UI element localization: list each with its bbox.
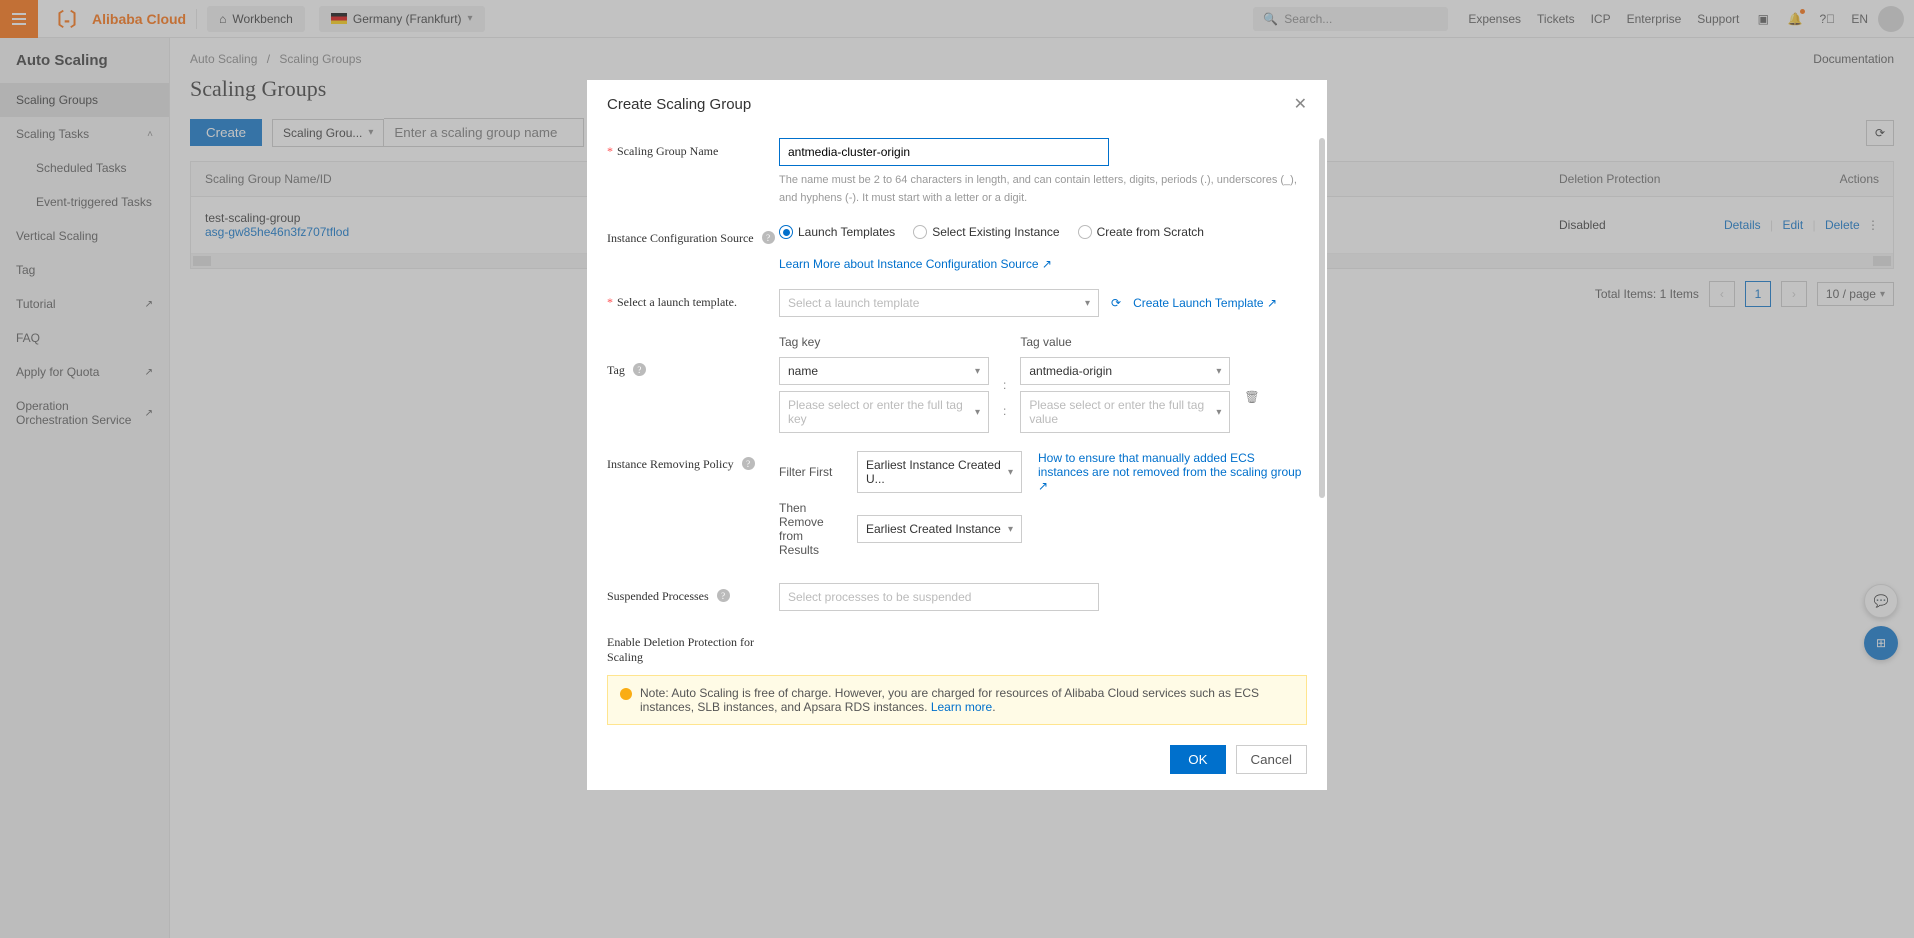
note-banner: Note: Auto Scaling is free of charge. Ho… <box>607 675 1307 725</box>
radio-label: Create from Scratch <box>1097 225 1204 239</box>
help-icon[interactable]: ? <box>633 363 646 376</box>
select-placeholder: Select processes to be suspended <box>788 590 971 604</box>
chevron-down-icon: ▾ <box>1008 524 1013 535</box>
link-label: Create Launch Template <box>1133 296 1264 310</box>
ok-button[interactable]: OK <box>1170 745 1225 774</box>
help-icon[interactable]: ? <box>762 231 775 244</box>
chevron-down-icon: ▾ <box>1216 407 1221 418</box>
then-remove-label: Then Remove from Results <box>779 501 845 557</box>
external-link-icon: ↗ <box>1038 479 1048 493</box>
radio-launch-templates[interactable]: Launch Templates <box>779 225 895 239</box>
external-link-icon: ↗ <box>1042 257 1052 271</box>
select-placeholder: Please select or enter the full tag valu… <box>1029 398 1216 426</box>
tag-value-input-2[interactable]: Please select or enter the full tag valu… <box>1020 391 1230 433</box>
modal-title: Create Scaling Group <box>607 96 751 113</box>
select-value: Earliest Created Instance <box>866 522 1001 536</box>
close-icon[interactable]: ✕ <box>1294 94 1307 114</box>
help-icon[interactable]: ? <box>717 589 730 602</box>
launch-template-select[interactable]: Select a launch template ▾ <box>779 289 1099 317</box>
radio-label: Launch Templates <box>798 225 895 239</box>
select-value: Earliest Instance Created U... <box>866 458 1008 486</box>
warning-icon <box>620 688 632 700</box>
create-launch-template-link[interactable]: Create Launch Template ↗ <box>1133 296 1277 310</box>
launch-template-label: Select a launch template. <box>617 295 737 317</box>
modal-scrollbar[interactable] <box>1319 138 1325 498</box>
suspended-processes-select[interactable]: Select processes to be suspended <box>779 583 1099 611</box>
chevron-down-icon: ▾ <box>1008 467 1013 478</box>
name-label: Scaling Group Name <box>617 144 718 207</box>
tag-key-input-2[interactable]: Please select or enter the full tag key▾ <box>779 391 989 433</box>
external-link-icon: ↗ <box>1267 296 1277 310</box>
chevron-down-icon: ▾ <box>1085 298 1090 309</box>
radio-label: Select Existing Instance <box>932 225 1059 239</box>
removing-policy-link[interactable]: How to ensure that manually added ECS in… <box>1038 451 1301 493</box>
refresh-icon[interactable]: ⟳ <box>1111 296 1121 310</box>
tag-key-header: Tag key <box>779 335 989 349</box>
tag-key-value: name <box>788 364 818 378</box>
scaling-group-name-input[interactable] <box>779 138 1109 166</box>
config-source-label: Instance Configuration Source <box>607 231 754 271</box>
suspended-label: Suspended Processes <box>607 589 709 611</box>
tag-label: Tag <box>607 363 625 433</box>
select-placeholder: Please select or enter the full tag key <box>788 398 975 426</box>
help-icon[interactable]: ? <box>742 457 755 470</box>
chevron-down-icon: ▾ <box>975 407 980 418</box>
delete-tag-icon[interactable]: 🗑 <box>1244 386 1259 404</box>
cancel-button[interactable]: Cancel <box>1236 745 1308 774</box>
link-label: Learn More about Instance Configuration … <box>779 257 1039 271</box>
filter-first-label: Filter First <box>779 465 845 479</box>
link-label: How to ensure that manually added ECS in… <box>1038 451 1301 479</box>
select-placeholder: Select a launch template <box>788 296 919 310</box>
tag-key-input[interactable]: name ▾ <box>779 357 989 385</box>
note-learn-more[interactable]: Learn more <box>931 700 992 714</box>
deletion-protection-label: Enable Deletion Protection for Scaling <box>607 635 779 665</box>
tag-value-header: Tag value <box>1020 335 1230 349</box>
removing-policy-label: Instance Removing Policy <box>607 457 734 565</box>
name-hint: The name must be 2 to 64 characters in l… <box>779 172 1307 207</box>
chevron-down-icon: ▾ <box>1216 366 1221 377</box>
tag-value-input[interactable]: antmedia-origin ▾ <box>1020 357 1230 385</box>
tag-value-value: antmedia-origin <box>1029 364 1112 378</box>
radio-existing-instance[interactable]: Select Existing Instance <box>913 225 1059 239</box>
learn-more-link[interactable]: Learn More about Instance Configuration … <box>779 257 1052 271</box>
modal-overlay: Create Scaling Group ✕ *Scaling Group Na… <box>0 0 1914 938</box>
chevron-down-icon: ▾ <box>975 366 980 377</box>
radio-from-scratch[interactable]: Create from Scratch <box>1078 225 1204 239</box>
filter-first-select[interactable]: Earliest Instance Created U...▾ <box>857 451 1022 493</box>
then-remove-select[interactable]: Earliest Created Instance ▾ <box>857 515 1022 543</box>
create-scaling-group-modal: Create Scaling Group ✕ *Scaling Group Na… <box>587 80 1327 790</box>
